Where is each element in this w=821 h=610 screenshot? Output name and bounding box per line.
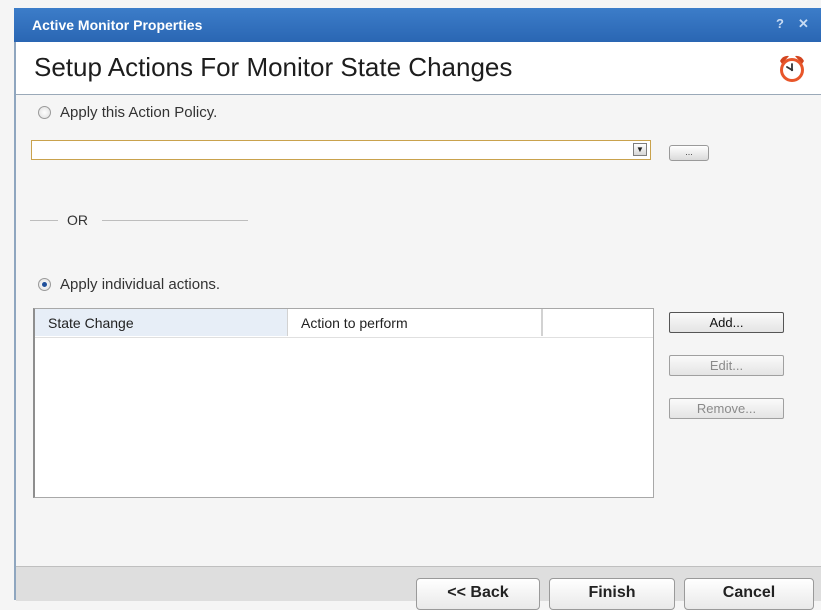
- column-action-to-perform[interactable]: Action to perform: [288, 309, 542, 336]
- apply-policy-option[interactable]: Apply this Action Policy.: [38, 104, 217, 121]
- browse-policy-button[interactable]: ...: [669, 145, 709, 161]
- apply-individual-radio[interactable]: [38, 278, 51, 291]
- separator-line-right: [102, 220, 248, 221]
- action-policy-dropdown[interactable]: ▼: [31, 140, 651, 160]
- alarm-clock-icon: [780, 55, 804, 82]
- page-title: Setup Actions For Monitor State Changes: [34, 52, 513, 82]
- actions-table[interactable]: State Change Action to perform: [33, 308, 654, 498]
- edit-action-button[interactable]: Edit...: [669, 355, 784, 376]
- apply-individual-label: Apply individual actions.: [60, 276, 221, 293]
- window-frame-left: [14, 42, 16, 600]
- or-label: OR: [67, 212, 88, 228]
- column-extra[interactable]: [542, 309, 652, 336]
- window-titlebar: Active Monitor Properties ? ✕: [14, 8, 821, 42]
- close-icon[interactable]: ✕: [798, 16, 809, 32]
- add-action-button[interactable]: Add...: [669, 312, 784, 333]
- page-header: Setup Actions For Monitor State Changes: [16, 42, 821, 95]
- window-title: Active Monitor Properties: [32, 17, 203, 33]
- column-state-change[interactable]: State Change: [35, 309, 288, 336]
- help-icon[interactable]: ?: [776, 16, 784, 31]
- apply-policy-radio[interactable]: [38, 106, 51, 119]
- or-separator: OR: [30, 212, 270, 228]
- finish-button[interactable]: Finish: [549, 578, 675, 610]
- apply-individual-option[interactable]: Apply individual actions.: [38, 276, 220, 293]
- dropdown-arrow-icon[interactable]: ▼: [633, 143, 647, 156]
- table-header: State Change Action to perform: [35, 309, 653, 338]
- separator-line-left: [30, 220, 58, 221]
- remove-action-button[interactable]: Remove...: [669, 398, 784, 419]
- apply-policy-label: Apply this Action Policy.: [60, 104, 218, 121]
- cancel-button[interactable]: Cancel: [684, 578, 814, 610]
- back-button[interactable]: << Back: [416, 578, 540, 610]
